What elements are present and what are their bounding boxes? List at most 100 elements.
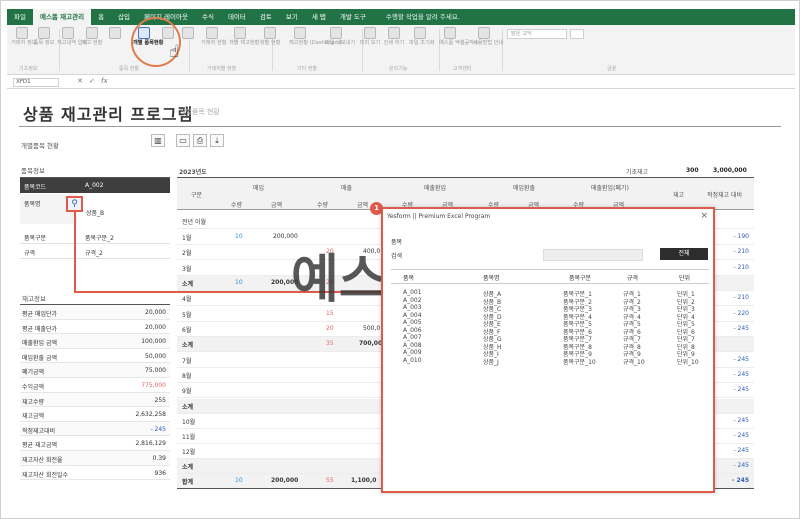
tab-1[interactable]: 예스폼 재고관리: [32, 9, 92, 25]
dialog-cell[interactable]: 규격_10: [623, 357, 645, 366]
tab-9[interactable]: 새 탭: [305, 9, 333, 25]
dialog-title: Yesform || Premium Excel Program: [387, 213, 491, 220]
month-label: 소계: [182, 342, 194, 349]
spec-label: 규격: [24, 250, 36, 257]
dialog-cell[interactable]: A_010: [403, 357, 422, 364]
ribbon-button-2[interactable]: 재고내역 입력: [57, 27, 88, 65]
stock-row-value: 775,000: [141, 382, 166, 389]
ribbon-button-icon: [264, 27, 276, 39]
ribbon-button-label: 재고내역 입력: [57, 40, 88, 46]
enter-icon[interactable]: ✓: [89, 77, 95, 85]
cancel-icon[interactable]: ✕: [77, 77, 83, 85]
ribbon-button-10[interactable]: 월별 현황: [259, 27, 281, 65]
month-label: 2월: [182, 250, 192, 257]
ribbon-button-15[interactable]: 파일 초기화: [409, 27, 435, 65]
stock-row-label: 재고자산 회전율: [22, 457, 63, 464]
dialog-cell[interactable]: A_005: [403, 319, 422, 326]
dialog-divider: [391, 269, 709, 270]
ribbon-button-8[interactable]: 거래처 현황: [201, 27, 227, 65]
stock-row-label: 수익금액: [22, 384, 45, 391]
dialog-cell[interactable]: A_008: [403, 342, 422, 349]
dialog-cell[interactable]: 상품_J: [483, 357, 499, 366]
group-label: 기타 현황: [297, 66, 317, 72]
spec-value: 규격_2: [85, 250, 103, 257]
dialog-cell[interactable]: A_003: [403, 304, 422, 311]
item-name-label: 품목명: [24, 201, 41, 208]
ribbon-button-14[interactable]: 인쇄 하기: [383, 27, 405, 65]
tab-7[interactable]: 검토: [253, 9, 279, 25]
h1-sell-qty: 35: [326, 340, 334, 347]
tab-6[interactable]: 데이터: [221, 9, 253, 25]
ribbon-button-icon: [364, 27, 376, 39]
ribbon-button-0[interactable]: 거래처 정보: [11, 27, 37, 65]
tab-3[interactable]: 삽입: [111, 9, 137, 25]
ribbon-button-13[interactable]: 미리 보기: [359, 27, 381, 65]
name-box[interactable]: XFD1: [13, 78, 59, 87]
item-search-button[interactable]: ⚲: [66, 196, 83, 212]
dialog-cell[interactable]: A_002: [403, 297, 422, 304]
ribbon-button-icon: [62, 27, 74, 39]
dialog-cell[interactable]: A_006: [403, 327, 422, 334]
ratio-value: - 220: [733, 310, 749, 317]
stock-row-value: 2,632,258: [135, 411, 166, 419]
tab-8[interactable]: 보기: [279, 9, 305, 25]
total-qty: 10: [235, 477, 243, 484]
close-icon[interactable]: ×: [700, 211, 708, 221]
stock-row-label: 매입환출 금액: [22, 354, 58, 362]
print-icon[interactable]: ⎙: [193, 134, 207, 147]
row-divider: [20, 258, 170, 259]
category-label: 품목구분: [24, 235, 47, 242]
dialog-cell[interactable]: A_009: [403, 349, 422, 356]
font-name-box[interactable]: 맑은 고딕: [507, 29, 567, 39]
tab-0[interactable]: 파일: [7, 9, 33, 25]
ribbon-button-label: 재고현황 (Dashboard): [289, 40, 342, 46]
ribbon-button-12[interactable]: 파일 내보내기: [325, 27, 355, 65]
stock-row-value: 936: [154, 469, 166, 477]
month-label: 5월: [182, 312, 192, 319]
stock-row-value: 75,000: [145, 367, 166, 375]
stock-row-value: 20,000: [145, 323, 166, 331]
ribbon-button-label: 사용방법 안내: [473, 40, 504, 46]
stock-row: 적정재고대비 - 245: [20, 421, 170, 437]
dialog-search-input[interactable]: [543, 249, 643, 261]
dialog-cell[interactable]: A_004: [403, 312, 422, 319]
month-label: 1월: [182, 235, 192, 242]
ribbon-button-11[interactable]: 재고현황 (Dashboard): [289, 27, 342, 65]
chart-icon[interactable]: ▥: [151, 134, 165, 147]
ribbon-button-17[interactable]: 사용방법 안내: [473, 27, 504, 65]
col-stock: 재고: [673, 192, 685, 199]
month-label: 3월: [182, 266, 192, 273]
month-label: 11월: [182, 434, 196, 441]
month-label: 6월: [182, 327, 192, 334]
ribbon-button-label: 재고 현황: [81, 40, 103, 46]
tab-10[interactable]: 개발 도구: [333, 9, 373, 25]
ribbon-button-1[interactable]: 품목 정보: [33, 27, 55, 65]
font-size-box[interactable]: [570, 29, 584, 39]
col-amount: 금액: [271, 202, 283, 209]
ribbon-button-9[interactable]: 개별 재고현황: [229, 27, 259, 65]
month-label: 소계: [182, 281, 194, 288]
dialog-cell[interactable]: 품목구분_10: [563, 357, 596, 366]
dialog-cell[interactable]: A_001: [403, 289, 422, 296]
ribbon-button-3[interactable]: 재고 현황: [81, 27, 103, 65]
tab-2[interactable]: 홈: [91, 9, 111, 25]
ribbon-button-4[interactable]: [104, 27, 126, 65]
ribbon-button-icon: [330, 27, 342, 39]
group-separator: [502, 29, 503, 71]
row-divider: [20, 243, 170, 244]
tell-me-search[interactable]: 수행할 작업을 알려 주세요.: [379, 9, 467, 25]
base-stock-amount: 3,000,000: [713, 167, 747, 174]
window-icon[interactable]: ▭: [176, 134, 190, 147]
dialog-cell[interactable]: 단위_10: [677, 357, 699, 366]
group-label: 글꼴: [607, 66, 617, 72]
dialog-cell[interactable]: A_007: [403, 334, 422, 341]
ribbon-button-16[interactable]: 예스폼 엑셀공작소: [439, 27, 479, 65]
item-code-cell[interactable]: A_002: [77, 178, 170, 193]
dialog-all-button[interactable]: 전체: [660, 248, 708, 260]
tab-5[interactable]: 수식: [195, 9, 221, 25]
ratio-value: - 190: [733, 233, 749, 240]
stock-row-label: 재고자산 회전일수: [22, 471, 69, 479]
fx-icon[interactable]: fx: [101, 77, 108, 85]
download-icon[interactable]: ⤓: [210, 134, 224, 147]
item-name-value: 상품_B: [86, 210, 105, 217]
